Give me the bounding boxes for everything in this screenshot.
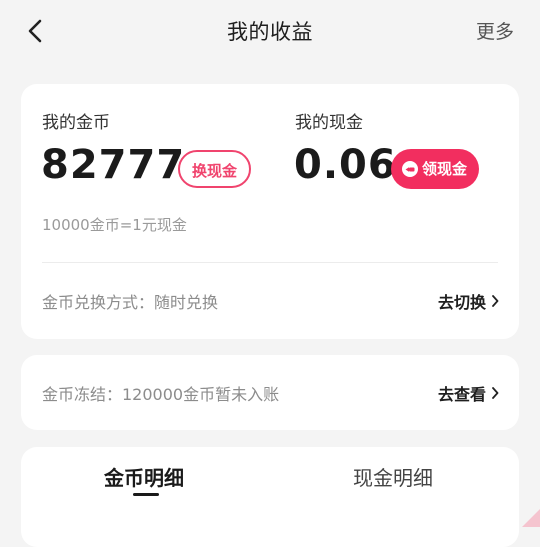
cash-label: 我的现金 [295, 113, 363, 133]
switch-mode-link[interactable]: 去切换 [438, 289, 499, 313]
wallet-icon [402, 161, 418, 177]
decoration-corner [518, 505, 540, 527]
page-title: 我的收益 [227, 20, 313, 44]
chevron-right-icon [492, 295, 499, 307]
frozen-coins-card: 金币冻结：120000金币暂未入账 去查看 [21, 355, 519, 430]
active-tab-indicator [133, 493, 159, 496]
exchange-rate-text: 10000金币=1元现金 [42, 216, 187, 234]
earnings-card: 我的金币 82777 换现金 我的现金 0.06 领现金 10000金币=1元现… [21, 84, 519, 339]
frozen-coins-text: 金币冻结：120000金币暂未入账 [42, 385, 280, 404]
tab-coin-details[interactable]: 金币明细 [104, 462, 184, 491]
view-frozen-link[interactable]: 去查看 [438, 381, 499, 405]
cash-amount: 0.06 [294, 142, 397, 188]
details-tabs-card [21, 447, 519, 547]
divider [42, 262, 498, 263]
tab-cash-details[interactable]: 现金明细 [353, 462, 433, 491]
switch-mode-label: 去切换 [437, 293, 486, 312]
withdraw-cash-button[interactable]: 领现金 [391, 149, 480, 189]
coins-label: 我的金币 [42, 113, 110, 133]
view-frozen-label: 去查看 [437, 385, 486, 404]
exchange-mode-text: 金币兑换方式：随时兑换 [42, 293, 219, 312]
top-navigation-bar: 我的收益 更多 [0, 0, 540, 62]
exchange-cash-button[interactable]: 换现金 [178, 150, 252, 188]
chevron-right-icon [492, 387, 499, 399]
withdraw-cash-label: 领现金 [422, 160, 468, 178]
coins-amount: 82777 [41, 142, 186, 188]
more-button[interactable]: 更多 [476, 17, 514, 44]
